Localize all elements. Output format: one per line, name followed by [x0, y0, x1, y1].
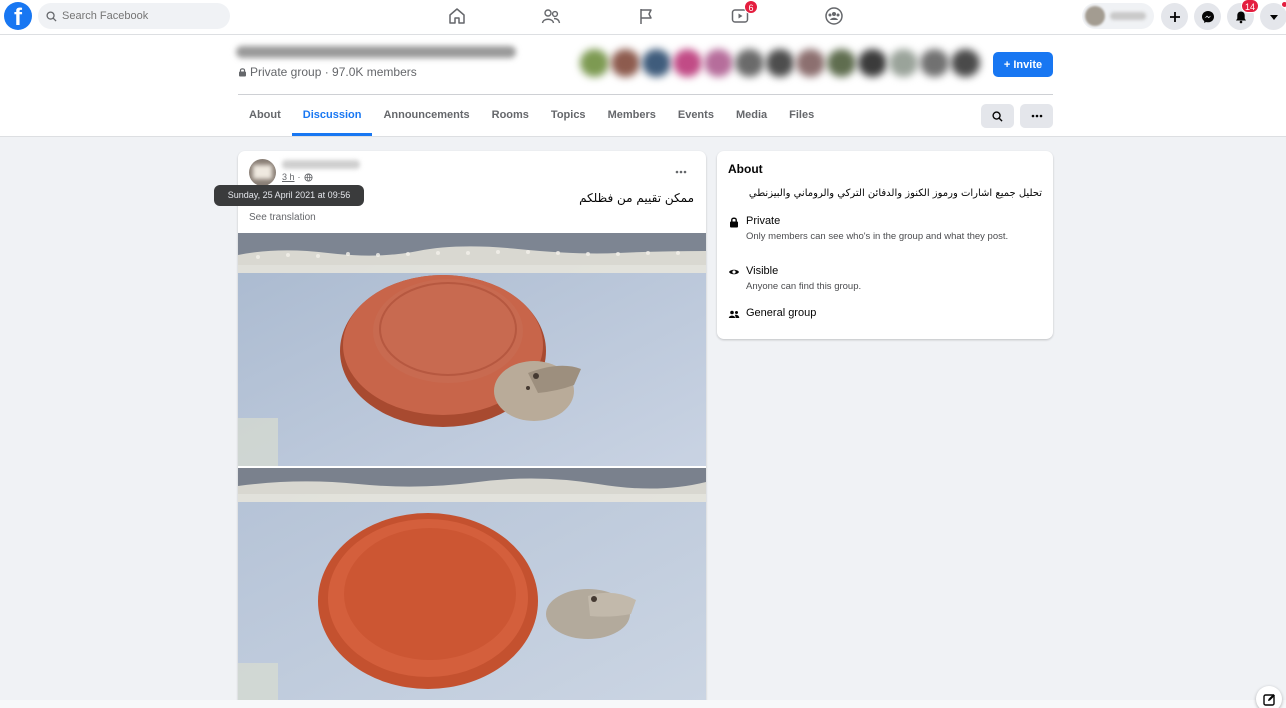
about-heading: About: [728, 162, 763, 176]
group-header: Private group · 97.0K members + Invite A…: [0, 35, 1286, 137]
tab-files[interactable]: Files: [778, 96, 825, 136]
plus-icon: [1169, 11, 1180, 22]
tab-discussion[interactable]: Discussion: [291, 96, 373, 136]
timestamp-tooltip: Sunday, 25 April 2021 at 09:56: [214, 185, 364, 206]
post-author-name-blurred[interactable]: [282, 160, 360, 169]
compose-edit-icon: [1262, 693, 1275, 706]
avatar: [1085, 6, 1105, 26]
header-divider: [238, 94, 1053, 95]
eye-icon: [729, 269, 739, 275]
member-avatars-blurred[interactable]: [580, 49, 980, 79]
more-dots-icon: [675, 170, 687, 174]
more-dots-icon: [1031, 114, 1042, 118]
group-name-blurred: [236, 40, 516, 62]
group-more-button[interactable]: [1020, 104, 1053, 128]
invite-button[interactable]: + Invite: [993, 52, 1053, 77]
tab-topics[interactable]: Topics: [540, 96, 597, 136]
facebook-logo[interactable]: f: [4, 2, 32, 30]
account-alert-dot: [1281, 1, 1286, 8]
profile-name-blurred: [1110, 12, 1146, 20]
profile-chip[interactable]: [1082, 3, 1154, 29]
post-time-link[interactable]: 3 h: [282, 172, 295, 182]
search-icon: [992, 110, 1003, 122]
pages-flag-nav-icon[interactable]: [634, 5, 658, 27]
post-card: 3 h · ممكن تقييم من فظلكم See translatio…: [238, 151, 706, 708]
tab-media[interactable]: Media: [725, 96, 778, 136]
watch-nav-icon[interactable]: 6: [728, 0, 758, 27]
private-description: Only members can see who's in the group …: [746, 231, 1009, 242]
globe-icon: [303, 172, 313, 182]
visible-title: Visible: [746, 265, 779, 277]
tab-announcements[interactable]: Announcements: [372, 96, 480, 136]
search-box[interactable]: [38, 3, 230, 29]
post-timestamp[interactable]: 3 h ·: [282, 172, 313, 182]
watch-badge: 6: [744, 0, 758, 14]
group-privacy-label: Private group · 97.0K members: [250, 65, 417, 79]
post-time-separator: ·: [297, 172, 301, 182]
group-tabs: About Discussion Announcements Rooms Top…: [238, 96, 825, 136]
post-text: ممكن تقييم من فظلكم: [579, 191, 694, 205]
messenger-button[interactable]: [1194, 3, 1221, 30]
post-photo-1[interactable]: [238, 233, 706, 466]
group-search-button[interactable]: [981, 104, 1014, 128]
post-options-button[interactable]: [669, 164, 693, 178]
groups-nav-icon[interactable]: [822, 5, 846, 27]
about-description: تحليل جميع اشارات ورموز الكنوز والدفائن …: [748, 188, 1042, 199]
post-photo-2[interactable]: [238, 468, 706, 701]
lock-icon: [730, 217, 738, 228]
notifications-badge: 14: [1240, 0, 1259, 13]
group-privacy-info: Private group · 97.0K members: [238, 65, 417, 79]
general-group-title: General group: [746, 307, 817, 319]
tab-events[interactable]: Events: [667, 96, 725, 136]
lock-icon: [239, 68, 246, 77]
account-menu-button[interactable]: [1260, 1, 1286, 30]
bottom-strip: [0, 700, 1286, 708]
home-nav-icon[interactable]: [445, 5, 469, 27]
create-plus-button[interactable]: [1161, 3, 1188, 30]
visible-description: Anyone can find this group.: [746, 281, 862, 292]
tab-members[interactable]: Members: [597, 96, 667, 136]
new-message-button[interactable]: [1256, 686, 1282, 708]
friends-nav-icon[interactable]: [539, 5, 563, 27]
search-input[interactable]: [62, 10, 212, 22]
top-navigation: f 6 14: [0, 0, 1286, 35]
see-translation-link[interactable]: See translation: [249, 212, 316, 223]
caret-down-icon: [1269, 14, 1278, 20]
search-icon: [46, 10, 57, 22]
about-card: About تحليل جميع اشارات ورموز الكنوز وال…: [717, 151, 1053, 339]
notifications-button[interactable]: 14: [1227, 0, 1259, 30]
messenger-icon: [1201, 10, 1214, 23]
tab-rooms[interactable]: Rooms: [481, 96, 540, 136]
group-people-icon: [728, 310, 740, 318]
tab-about[interactable]: About: [238, 96, 292, 136]
private-title: Private: [746, 215, 781, 227]
post-author-avatar[interactable]: [249, 159, 276, 186]
